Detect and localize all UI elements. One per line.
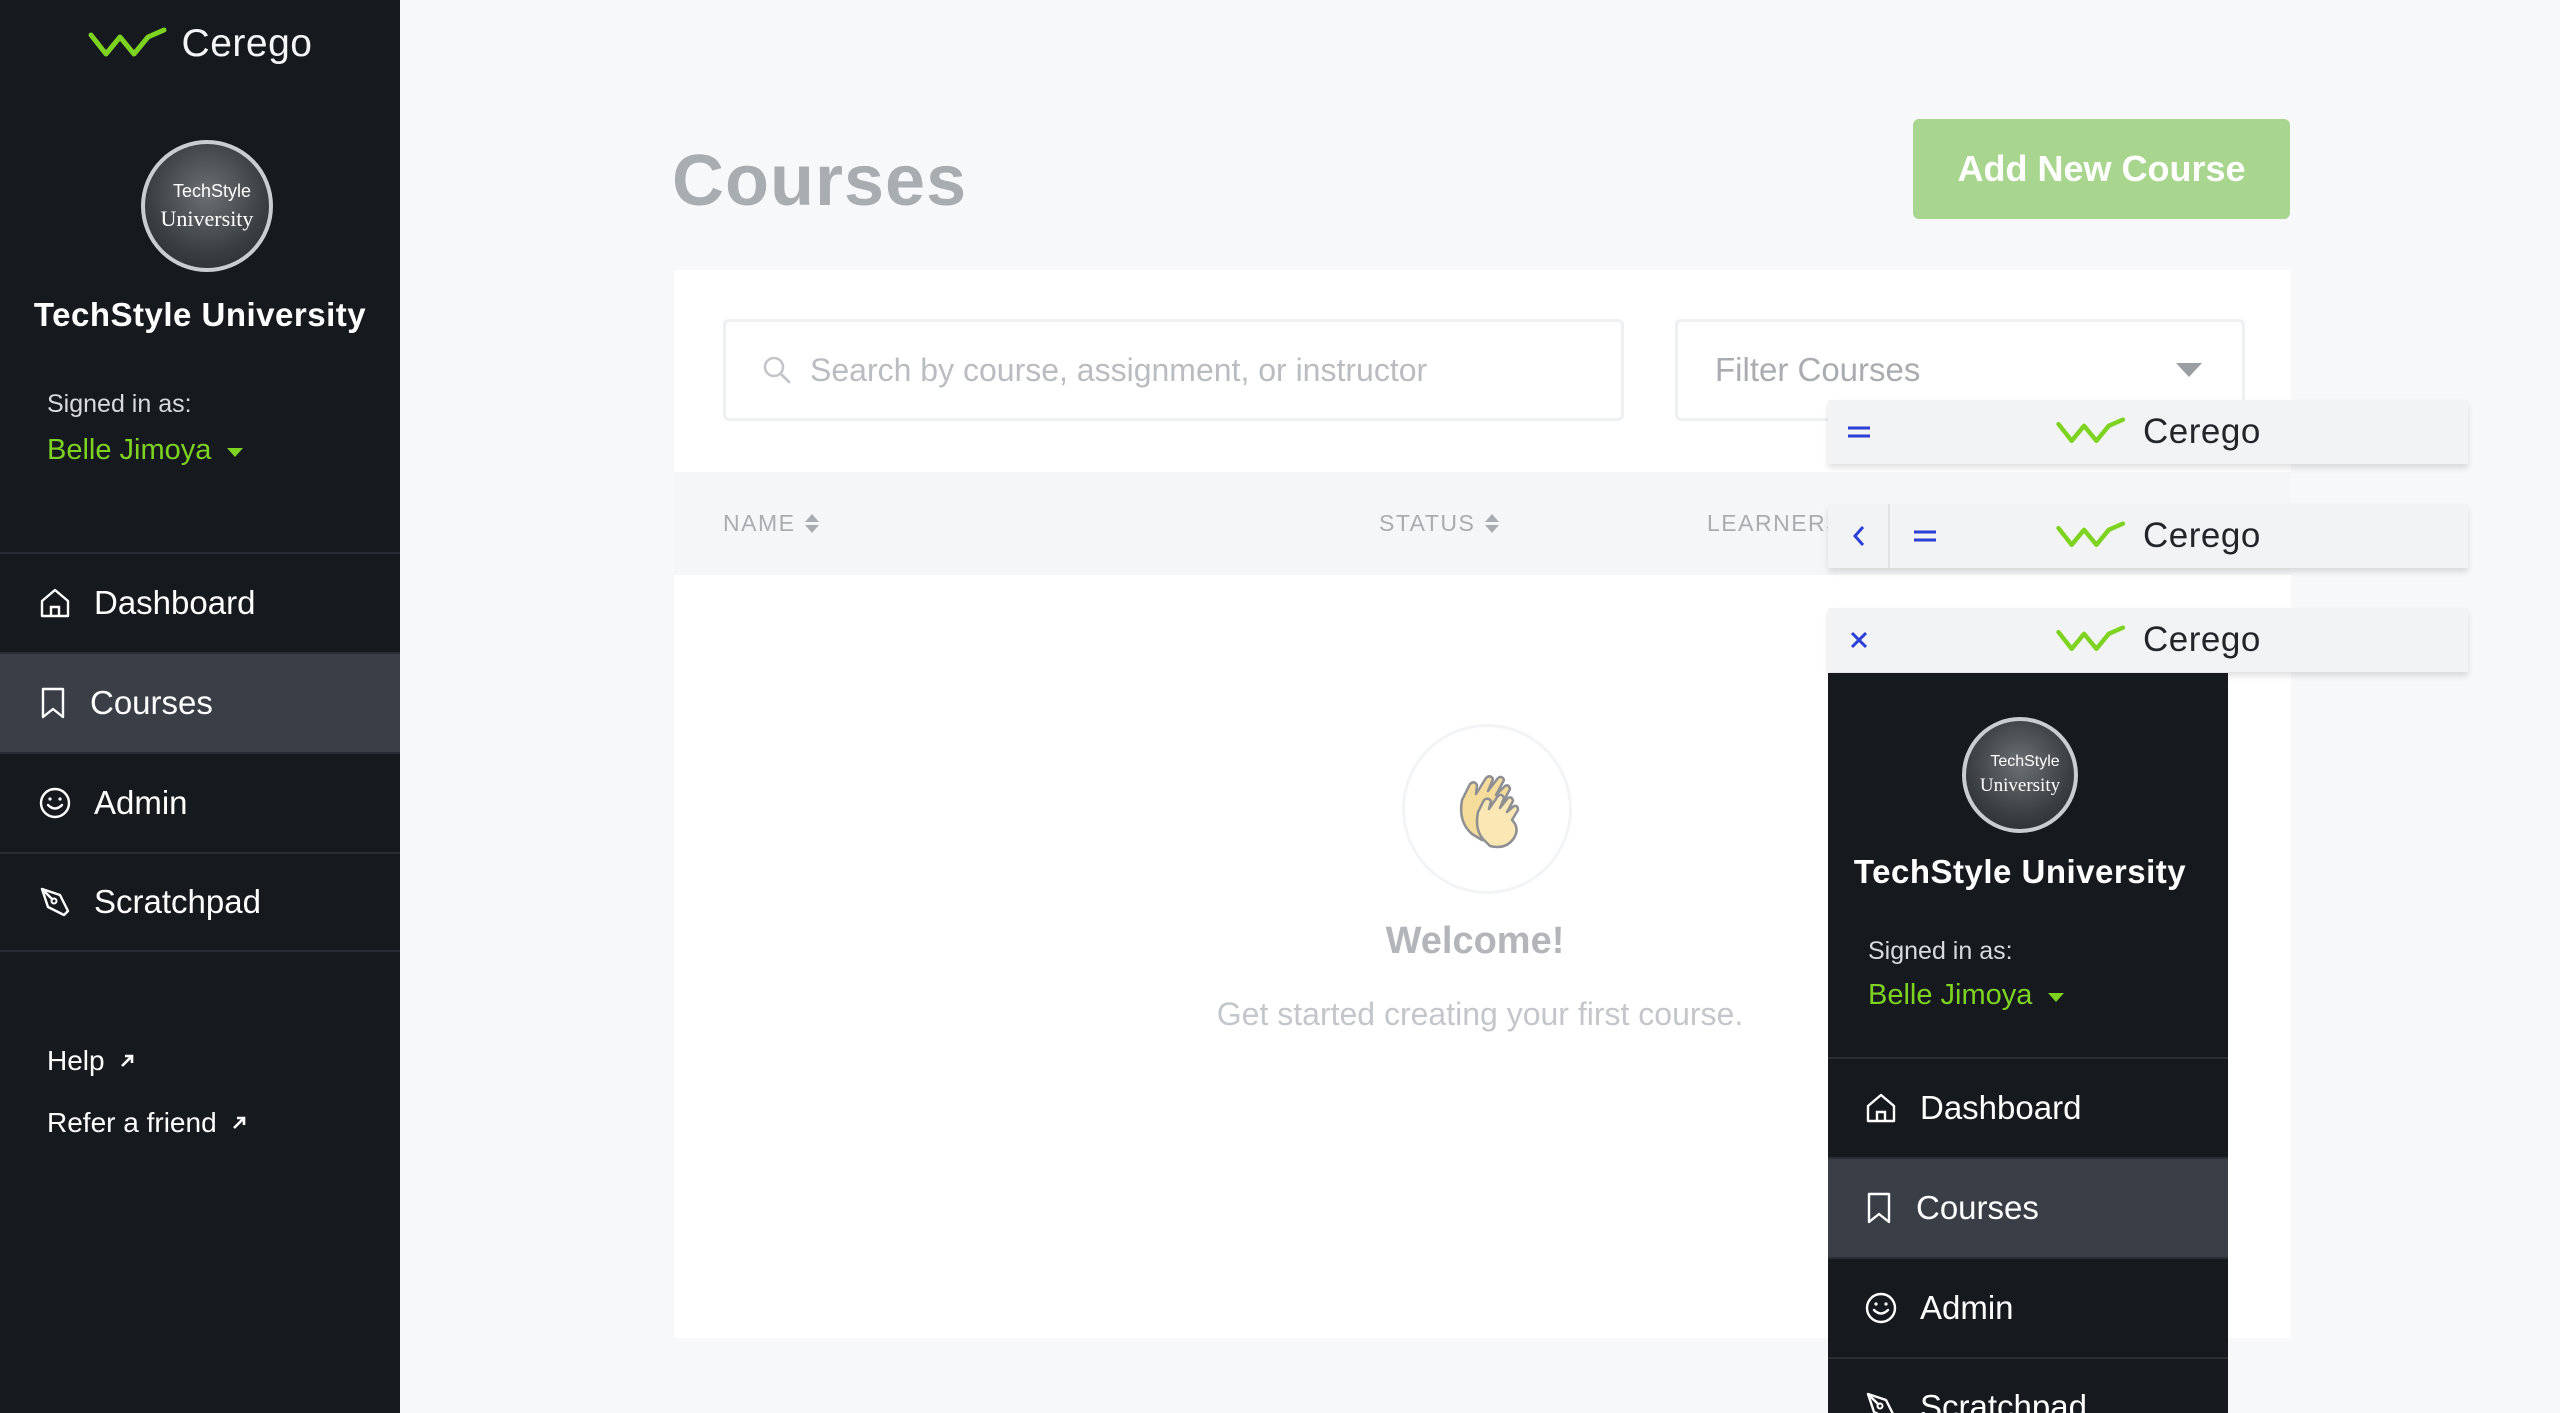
org-logo-line1: TechStyle [172, 180, 252, 201]
help-link-label: Help [47, 1045, 105, 1076]
mobile-header-close: Cerego [1828, 608, 2468, 672]
column-label: STATUS [1379, 510, 1476, 536]
sidebar-item-label: Admin [1920, 1289, 2014, 1326]
sidebar-item-label: Courses [90, 684, 213, 721]
sidebar-item-label: Scratchpad [1920, 1388, 2087, 1413]
external-link-icon [120, 1054, 133, 1067]
column-label: LEARNERS [1707, 510, 1843, 536]
user-menu[interactable]: Belle Jimoya [47, 434, 244, 467]
refer-friend-link[interactable]: Refer a friend [47, 1092, 247, 1154]
mobile-brand-name: Cerego [2143, 620, 2261, 659]
sidebar-item-admin[interactable]: Admin [0, 752, 400, 852]
cerego-wave-icon [2056, 417, 2126, 444]
external-link-icon [232, 1116, 245, 1129]
pen-icon [40, 887, 70, 917]
signed-in-label: Signed in as: [1868, 937, 2013, 965]
brand-name: Cerego [181, 22, 313, 65]
chevron-down-icon [2176, 363, 2202, 377]
caret-down-icon [227, 448, 244, 457]
signed-in-label: Signed in as: [47, 390, 192, 418]
cerego-logo[interactable]: Cerego [0, 22, 400, 66]
sidebar-item-admin[interactable]: Admin [1828, 1257, 2228, 1357]
add-new-course-button[interactable]: Add New Course [1913, 119, 2290, 219]
org-name: TechStyle University [33, 296, 367, 333]
refer-friend-label: Refer a friend [47, 1107, 217, 1138]
sort-icon [1485, 514, 1500, 533]
org-logo-line2: University [1979, 775, 2061, 796]
cerego-wave-icon [2056, 521, 2126, 548]
mobile-header-back: Cerego [1828, 504, 2468, 568]
mobile-brand[interactable]: Cerego [2055, 400, 2261, 464]
sidebar-item-label: Admin [94, 784, 188, 821]
menu-icon[interactable] [1842, 400, 1876, 464]
search-box[interactable] [723, 319, 1624, 421]
mobile-brand[interactable]: Cerego [2055, 608, 2261, 672]
menu-icon[interactable] [1908, 504, 1942, 568]
filter-placeholder: Filter Courses [1715, 351, 1921, 388]
empty-state-subtitle: Get started creating your first course. [1216, 996, 1744, 1032]
org-logo: TechStyle University [1962, 717, 2078, 833]
cerego-wave-icon [2056, 625, 2126, 652]
sidebar-nav: Dashboard Courses Admin Scratchpad [0, 552, 400, 952]
column-header-learners[interactable]: LEARNERS [1707, 510, 1843, 537]
bookmark-icon [41, 687, 65, 719]
sidebar-item-label: Scratchpad [94, 883, 261, 920]
home-icon [40, 588, 70, 618]
org-name: TechStyle University [1853, 853, 2187, 890]
sidebar: Cerego TechStyle University TechStyle Un… [0, 0, 400, 1413]
sidebar-item-courses[interactable]: Courses [0, 652, 400, 752]
clapping-hands-icon [1405, 727, 1569, 891]
close-icon[interactable] [1842, 608, 1876, 672]
divider [1888, 504, 1890, 568]
user-name: Belle Jimoya [1868, 979, 2033, 1011]
sidebar-item-label: Courses [1916, 1189, 2039, 1226]
sidebar-item-dashboard[interactable]: Dashboard [0, 552, 400, 652]
user-menu[interactable]: Belle Jimoya [1868, 979, 2065, 1012]
mobile-nav: Dashboard Courses Admin Scratchpad [1828, 1057, 2228, 1413]
bookmark-icon [1867, 1192, 1891, 1224]
mobile-drawer: TechStyle University TechStyle Universit… [1828, 673, 2228, 1413]
org-logo-line1: TechStyle [1990, 753, 2060, 770]
sidebar-item-label: Dashboard [1920, 1089, 2082, 1126]
back-icon[interactable] [1842, 504, 1876, 568]
mobile-brand-name: Cerego [2143, 516, 2261, 555]
sort-icon [805, 514, 820, 533]
sidebar-item-label: Dashboard [94, 584, 256, 621]
sidebar-item-scratchpad[interactable]: Scratchpad [1828, 1357, 2228, 1413]
smiley-icon [1865, 1292, 1897, 1324]
smiley-icon [39, 787, 71, 819]
help-links: Help Refer a friend [47, 1030, 247, 1154]
home-icon [1866, 1093, 1896, 1123]
help-link[interactable]: Help [47, 1030, 247, 1092]
column-header-name[interactable]: NAME [723, 510, 820, 537]
pen-icon [1866, 1392, 1894, 1413]
mobile-brand-name: Cerego [2143, 412, 2261, 451]
cerego-wave-icon [88, 27, 167, 57]
mobile-brand[interactable]: Cerego [2055, 504, 2261, 568]
sidebar-item-scratchpad[interactable]: Scratchpad [0, 852, 400, 952]
page-title: Courses [672, 141, 968, 221]
caret-down-icon [2048, 993, 2065, 1002]
org-logo: TechStyle University [141, 140, 273, 272]
sidebar-item-courses[interactable]: Courses [1828, 1157, 2228, 1257]
user-name: Belle Jimoya [47, 434, 212, 466]
mobile-header-menu: Cerego [1828, 400, 2468, 464]
column-header-status[interactable]: STATUS [1379, 510, 1500, 537]
column-label: NAME [723, 510, 796, 536]
org-logo-line2: University [160, 205, 254, 231]
search-input[interactable] [810, 351, 1590, 389]
sidebar-item-dashboard[interactable]: Dashboard [1828, 1057, 2228, 1157]
empty-state-title: Welcome! [1385, 920, 1565, 962]
search-icon [763, 356, 791, 384]
